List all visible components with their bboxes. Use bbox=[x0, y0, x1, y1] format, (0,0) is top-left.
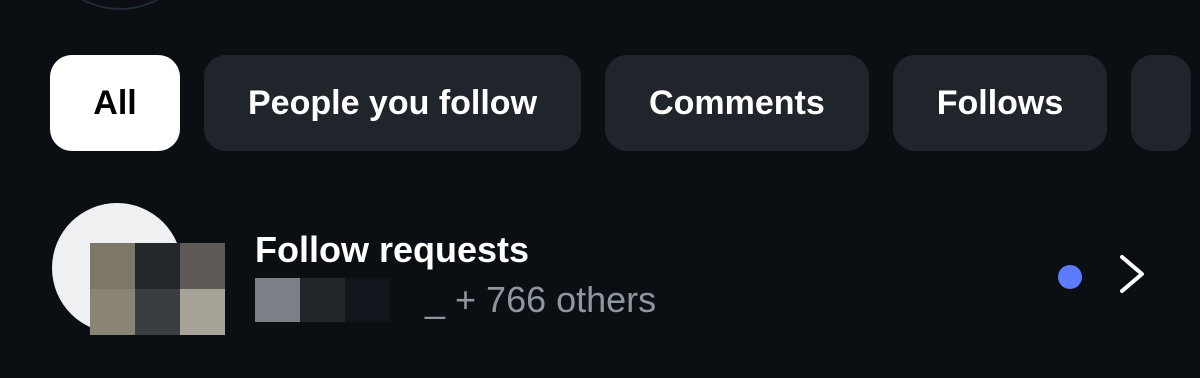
filter-chips: All People you follow Comments Follows bbox=[50, 55, 1192, 151]
chip-comments[interactable]: Comments bbox=[605, 55, 869, 151]
avatar-pixel bbox=[135, 289, 180, 335]
chip-label: Follows bbox=[936, 83, 1064, 122]
requester-avatar-pixel bbox=[345, 278, 390, 322]
chip-follows[interactable]: Follows bbox=[892, 55, 1108, 151]
follow-requests-row[interactable]: Follow requests _ + 766 others bbox=[0, 195, 1200, 345]
avatar-icon bbox=[52, 203, 242, 343]
chip-label: Comments bbox=[649, 83, 825, 122]
others-count: _ + 766 others bbox=[425, 279, 657, 320]
chip-label: All bbox=[93, 83, 137, 122]
chevron-right-icon bbox=[1120, 255, 1144, 293]
avatar-pixel bbox=[180, 289, 225, 335]
follow-requests-title: Follow requests bbox=[255, 229, 530, 270]
chip-more[interactable] bbox=[1131, 55, 1192, 151]
avatar-pixel bbox=[180, 243, 225, 289]
unread-dot-icon bbox=[1058, 265, 1082, 289]
avatar-pixel bbox=[135, 243, 180, 289]
chip-label: People you follow bbox=[248, 83, 538, 122]
avatar-pixel bbox=[90, 243, 135, 289]
chip-all[interactable]: All bbox=[50, 55, 180, 151]
follow-requests-subtitle: _ + 766 others bbox=[255, 278, 656, 322]
avatar-front bbox=[90, 243, 225, 335]
follow-requests-text: Follow requests _ + 766 others bbox=[255, 228, 656, 322]
requester-avatars bbox=[255, 278, 405, 322]
requester-avatar-pixel bbox=[255, 278, 300, 322]
activity-screen: All People you follow Comments Follows F… bbox=[0, 0, 1200, 378]
profile-ring bbox=[40, 0, 200, 10]
requester-avatar-pixel bbox=[300, 278, 345, 322]
avatar-pixel bbox=[90, 289, 135, 335]
chip-people-you-follow[interactable]: People you follow bbox=[204, 55, 582, 151]
